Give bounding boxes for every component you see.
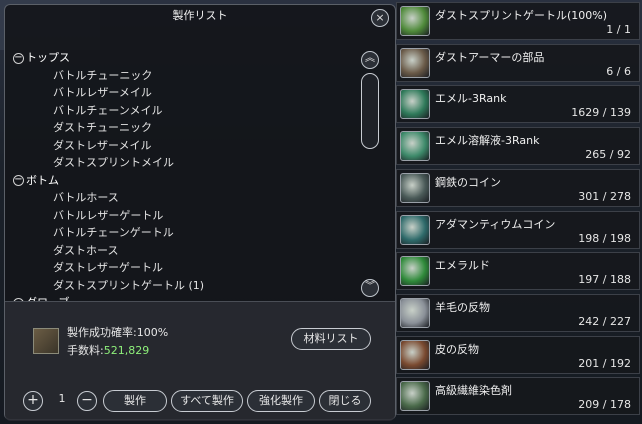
material-row: エメル溶解液-3Rank 265 / 92 <box>396 127 640 166</box>
list-item[interactable]: ダストホース <box>13 242 361 260</box>
material-name: 高級繊維染色剤 <box>435 384 512 398</box>
material-count: 265 / 92 <box>585 148 631 162</box>
material-icon <box>400 172 430 203</box>
material-count: 1629 / 139 <box>571 106 631 120</box>
material-row: 皮の反物 201 / 192 <box>396 335 640 374</box>
material-icon <box>400 6 430 36</box>
material-name: ダストアーマーの部品 <box>435 50 545 64</box>
material-count: 198 / 198 <box>578 231 631 245</box>
category-header[interactable]: − トップス <box>13 49 361 67</box>
window-title: 製作リスト <box>172 9 228 22</box>
close-icon[interactable]: × <box>371 9 389 27</box>
list-item-label: ダストホース <box>53 243 119 257</box>
material-icon <box>400 89 430 120</box>
category-header[interactable]: −グローブ <box>13 294 361 301</box>
material-row: エメル-3Rank 1629 / 139 <box>396 85 640 124</box>
fee-value: 521,829 <box>103 344 150 357</box>
craft-list-window: 製作リスト × − トップス バトルチューニック バトルレザーメイル バトルチェーンメイ… <box>4 4 396 421</box>
material-icon <box>400 381 430 412</box>
materials-panel: ダストスプリントゲートル(100%) 1 / 1 ダストアーマーの部品 6 / 6 エメ… <box>396 2 640 422</box>
list-item-label: ダストスプリントゲートル (1) <box>53 278 205 292</box>
material-count: 201 / 192 <box>578 356 631 370</box>
material-count: 6 / 6 <box>606 64 631 78</box>
material-row: ダストスプリントゲートル(100%) 1 / 1 <box>396 2 640 40</box>
material-icon <box>400 131 430 162</box>
material-row: エメラルド 197 / 188 <box>396 252 640 291</box>
material-name: エメラルド <box>435 259 490 273</box>
list-item[interactable]: ダストレザーメイル <box>13 137 361 155</box>
success-rate: 製作成功確率:100% <box>67 326 169 339</box>
list-item-label: バトルチェーンメイル <box>53 103 163 117</box>
material-row: アダマンティウムコイン 198 / 198 <box>396 210 640 249</box>
list-item[interactable]: バトルチューニック <box>13 67 361 85</box>
material-count: 242 / 227 <box>578 314 631 328</box>
list-item-label: バトルチェーンゲートル <box>53 226 174 239</box>
material-name: ダストスプリントゲートル(100%) <box>435 9 608 22</box>
scrollbar-thumb[interactable] <box>361 73 379 149</box>
material-row: 羊毛の反物 242 / 227 <box>396 293 640 332</box>
selected-item-icon <box>33 328 59 354</box>
list-item-label: ダストレザーゲートル <box>53 261 163 274</box>
list-item[interactable]: バトルレザーゲートル <box>13 207 361 225</box>
material-row: 鋼鉄のコイン 301 / 278 <box>396 168 640 207</box>
material-icon <box>400 256 430 287</box>
craft-controls: + 1 − 製作 すべて製作 強化製作 閉じる <box>5 390 397 412</box>
scroll-down-button[interactable]: ︾ <box>361 279 379 297</box>
list-item-label: ダストレザーメイル <box>53 138 152 152</box>
list-item[interactable]: バトルレザーメイル <box>13 84 361 102</box>
material-row: 高級繊維染色剤 209 / 178 <box>396 377 640 416</box>
material-icon <box>400 339 430 370</box>
material-name: エメル溶解液-3Rank <box>435 134 540 148</box>
material-count: 1 / 1 <box>606 23 631 36</box>
close-button[interactable]: 閉じる <box>319 390 371 412</box>
plus-button[interactable]: + <box>23 391 43 411</box>
list-item-label: バトルホース <box>53 191 119 204</box>
quantity-value: 1 <box>58 392 66 405</box>
list-item[interactable]: バトルチェーンメイル <box>13 102 361 120</box>
list-item-label: バトルレザーメイル <box>53 86 152 99</box>
enhance-craft-button[interactable]: 強化製作 <box>247 390 315 412</box>
material-name: 羊毛の反物 <box>435 300 490 314</box>
fee-label: 手数料: <box>67 344 104 357</box>
material-count: 209 / 178 <box>578 398 631 412</box>
material-name: 皮の反物 <box>435 342 479 356</box>
material-count: 197 / 188 <box>578 273 631 287</box>
material-icon <box>400 214 430 245</box>
materials-list-button[interactable]: 材料リスト <box>291 328 371 350</box>
list-item-label: ボトム <box>26 173 59 187</box>
material-name: エメル-3Rank <box>435 92 507 106</box>
craft-all-button[interactable]: すべて製作 <box>171 390 243 412</box>
list-item[interactable]: ダストチューニック <box>13 119 361 137</box>
minus-button[interactable]: − <box>77 391 97 411</box>
craft-button[interactable]: 製作 <box>103 390 167 412</box>
material-icon <box>400 297 430 328</box>
list-item-label: バトルチューニック <box>53 68 153 82</box>
fee: 手数料:521,829 <box>67 342 149 358</box>
list-item[interactable]: ダストスプリントメイル <box>13 154 361 172</box>
list-item-label: ダストチューニック <box>53 121 152 134</box>
material-name: 鋼鉄のコイン <box>435 175 501 189</box>
list-item-label: トップス <box>26 51 70 64</box>
list-item[interactable]: ダストレザーゲートル <box>13 259 361 277</box>
list-item-label: バトルレザーゲートル <box>53 208 164 222</box>
list-item[interactable]: バトルチェーンゲートル <box>13 224 361 242</box>
category-header[interactable]: − ボトム <box>13 172 361 190</box>
material-icon <box>400 47 430 78</box>
craft-list: − トップス バトルチューニック バトルレザーメイル バトルチェーンメイル ダストチューニ… <box>13 49 361 301</box>
material-count: 301 / 278 <box>578 189 631 203</box>
material-name: アダマンティウムコイン <box>435 217 556 231</box>
collapse-icon[interactable]: − <box>13 52 24 64</box>
list-item[interactable]: バトルホース <box>13 189 361 207</box>
list-item-label: ダストスプリントメイル <box>53 156 174 169</box>
scroll-up-button[interactable]: ︽ <box>361 51 379 69</box>
craft-details-panel: 製作成功確率:100% 手数料:521,829 材料リスト + 1 − 製作 す… <box>5 301 395 421</box>
list-item[interactable]: ダストスプリントゲートル (1) <box>13 277 361 295</box>
material-row: ダストアーマーの部品 6 / 6 <box>396 43 640 82</box>
collapse-icon[interactable]: − <box>13 175 24 186</box>
